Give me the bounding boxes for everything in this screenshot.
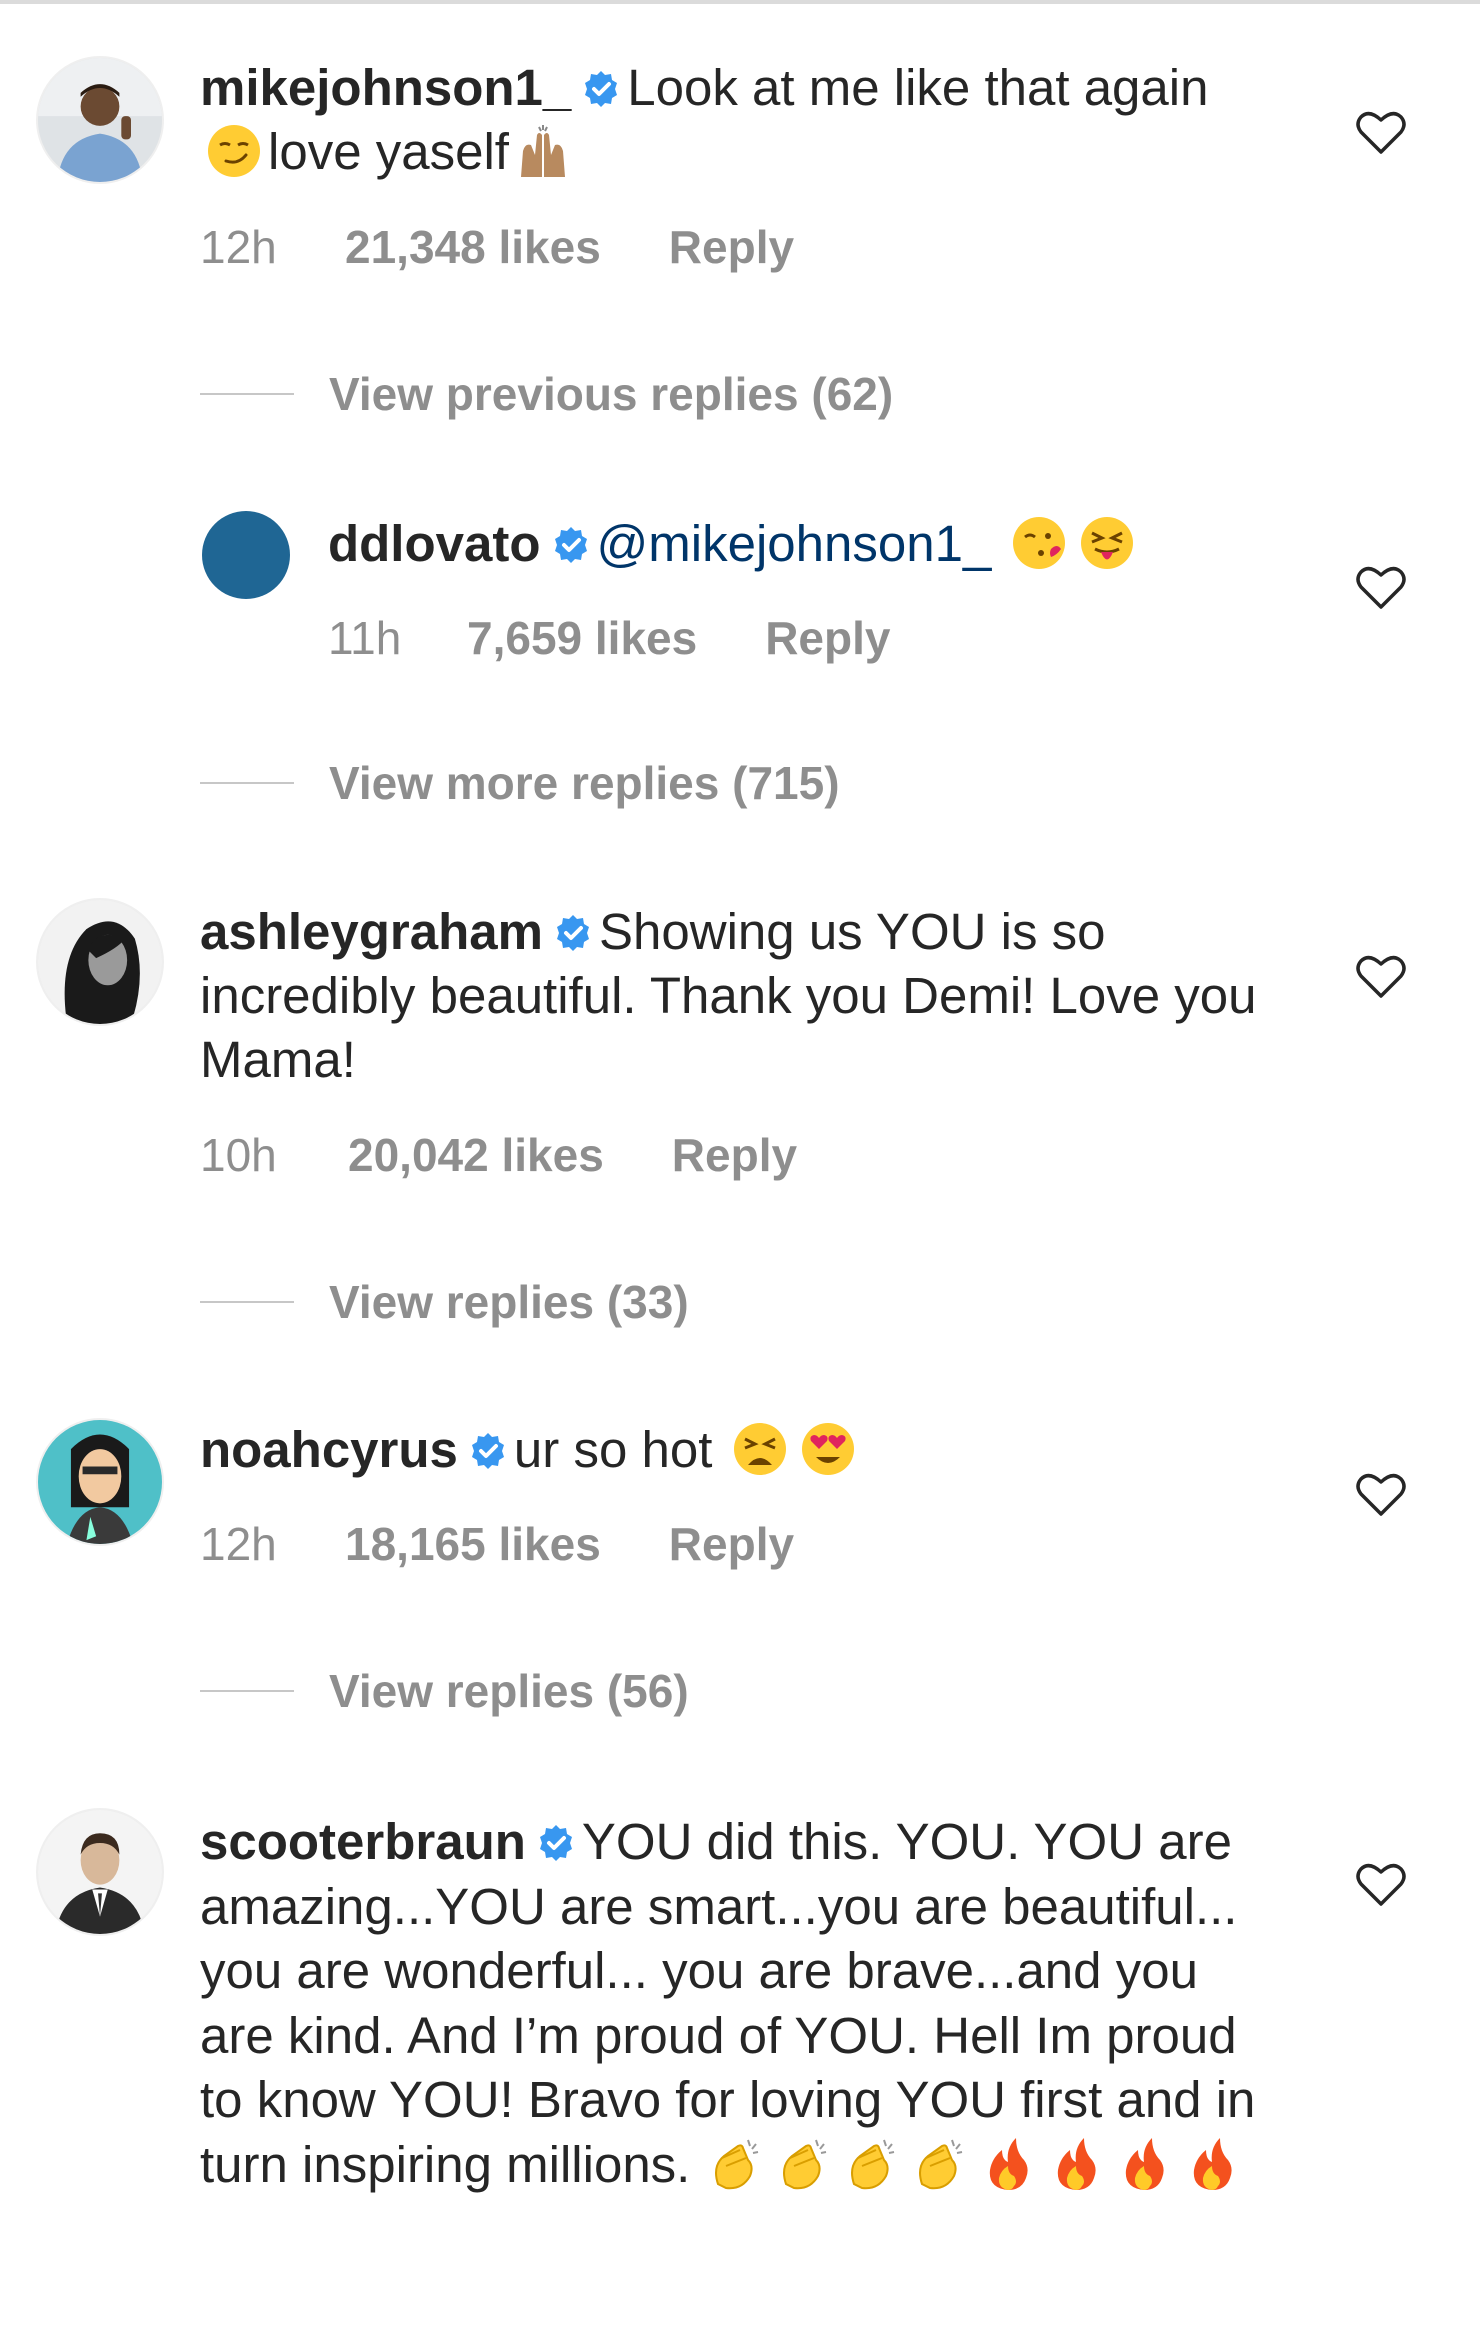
verified-badge-icon (551, 525, 591, 565)
reply-button[interactable]: Reply (765, 610, 890, 666)
view-replies-label: View more replies (715) (329, 757, 840, 809)
like-heart-icon[interactable] (1355, 1470, 1407, 1518)
like-heart-icon[interactable] (1355, 108, 1407, 156)
fire-emoji (1048, 2136, 1104, 2192)
tired-face-emoji (732, 1421, 788, 1477)
comment-text: mikejohnson1_ Look at me like that again l… (200, 56, 1270, 184)
likes-count[interactable]: 7,659 likes (467, 610, 697, 666)
avatar[interactable] (36, 1808, 164, 1936)
like-heart-icon[interactable] (1355, 563, 1407, 611)
divider-line (200, 1301, 294, 1303)
likes-count[interactable]: 21,348 likes (345, 219, 601, 275)
reply-button[interactable]: Reply (669, 219, 794, 275)
divider-line (200, 1690, 294, 1692)
username[interactable]: mikejohnson1_ (200, 59, 571, 116)
comment-meta: 12h 18,165 likes Reply (200, 1516, 794, 1572)
likes-count[interactable]: 20,042 likes (348, 1127, 604, 1183)
heart-eyes-emoji (800, 1421, 856, 1477)
comment-text: noahcyrus ur so hot (200, 1418, 1270, 1482)
clap-emoji (912, 2136, 968, 2192)
view-replies-label: View previous replies (62) (329, 368, 894, 420)
view-previous-replies-button[interactable]: View previous replies (62) (200, 366, 893, 422)
clap-emoji (844, 2136, 900, 2192)
username[interactable]: ddlovato (328, 515, 541, 572)
reply-button[interactable]: Reply (669, 1516, 794, 1572)
clap-emoji (708, 2136, 764, 2192)
username[interactable]: noahcyrus (200, 1421, 458, 1478)
comment-text: scooterbraun YOU did this. YOU. YOU are a… (200, 1810, 1270, 2197)
view-more-replies-button[interactable]: View more replies (715) (200, 755, 840, 811)
verified-badge-icon (581, 69, 621, 109)
view-replies-label: View replies (33) (329, 1276, 689, 1328)
avatar[interactable] (36, 1418, 164, 1546)
view-replies-button[interactable]: View replies (33) (200, 1274, 689, 1330)
likes-count[interactable]: 18,165 likes (345, 1516, 601, 1572)
raised-hands-emoji (515, 123, 571, 179)
smirk-emoji (206, 123, 262, 179)
comment-meta: 10h 20,042 likes Reply (200, 1127, 797, 1183)
reply-button[interactable]: Reply (672, 1127, 797, 1183)
divider-line (200, 782, 294, 784)
avatar[interactable] (202, 511, 290, 599)
view-replies-label: View replies (56) (329, 1665, 689, 1717)
like-heart-icon[interactable] (1355, 1860, 1407, 1908)
comment-text: ashleygraham Showing us YOU is so incredi… (200, 900, 1270, 1092)
kiss-emoji (1011, 515, 1067, 571)
username[interactable]: ashleygraham (200, 903, 543, 960)
verified-badge-icon (553, 913, 593, 953)
divider-line (200, 393, 294, 395)
comment-meta: 12h 21,348 likes Reply (200, 219, 794, 275)
avatar[interactable] (36, 56, 164, 184)
avatar[interactable] (36, 898, 164, 1026)
comment-body-part1: Look at me like that again (627, 59, 1209, 116)
verified-badge-icon (468, 1431, 508, 1471)
verified-badge-icon (536, 1823, 576, 1863)
fire-emoji (1184, 2136, 1240, 2192)
view-replies-button[interactable]: View replies (56) (200, 1663, 689, 1719)
fire-emoji (1116, 2136, 1172, 2192)
timestamp: 12h (200, 221, 277, 273)
tongue-emoji (1079, 515, 1135, 571)
comment-text: ddlovato @mikejohnson1_ (328, 512, 1398, 576)
top-divider (0, 0, 1480, 4)
timestamp: 12h (200, 1518, 277, 1570)
username[interactable]: scooterbraun (200, 1813, 526, 1870)
like-heart-icon[interactable] (1355, 952, 1407, 1000)
mention-link[interactable]: @mikejohnson1_ (597, 515, 992, 572)
timestamp: 11h (328, 612, 402, 664)
comment-meta: 11h 7,659 likes Reply (328, 610, 890, 666)
clap-emoji (776, 2136, 832, 2192)
timestamp: 10h (200, 1129, 277, 1181)
comment-body-part2: love yaself (268, 123, 509, 180)
comment-body: ur so hot (513, 1421, 713, 1478)
fire-emoji (980, 2136, 1036, 2192)
